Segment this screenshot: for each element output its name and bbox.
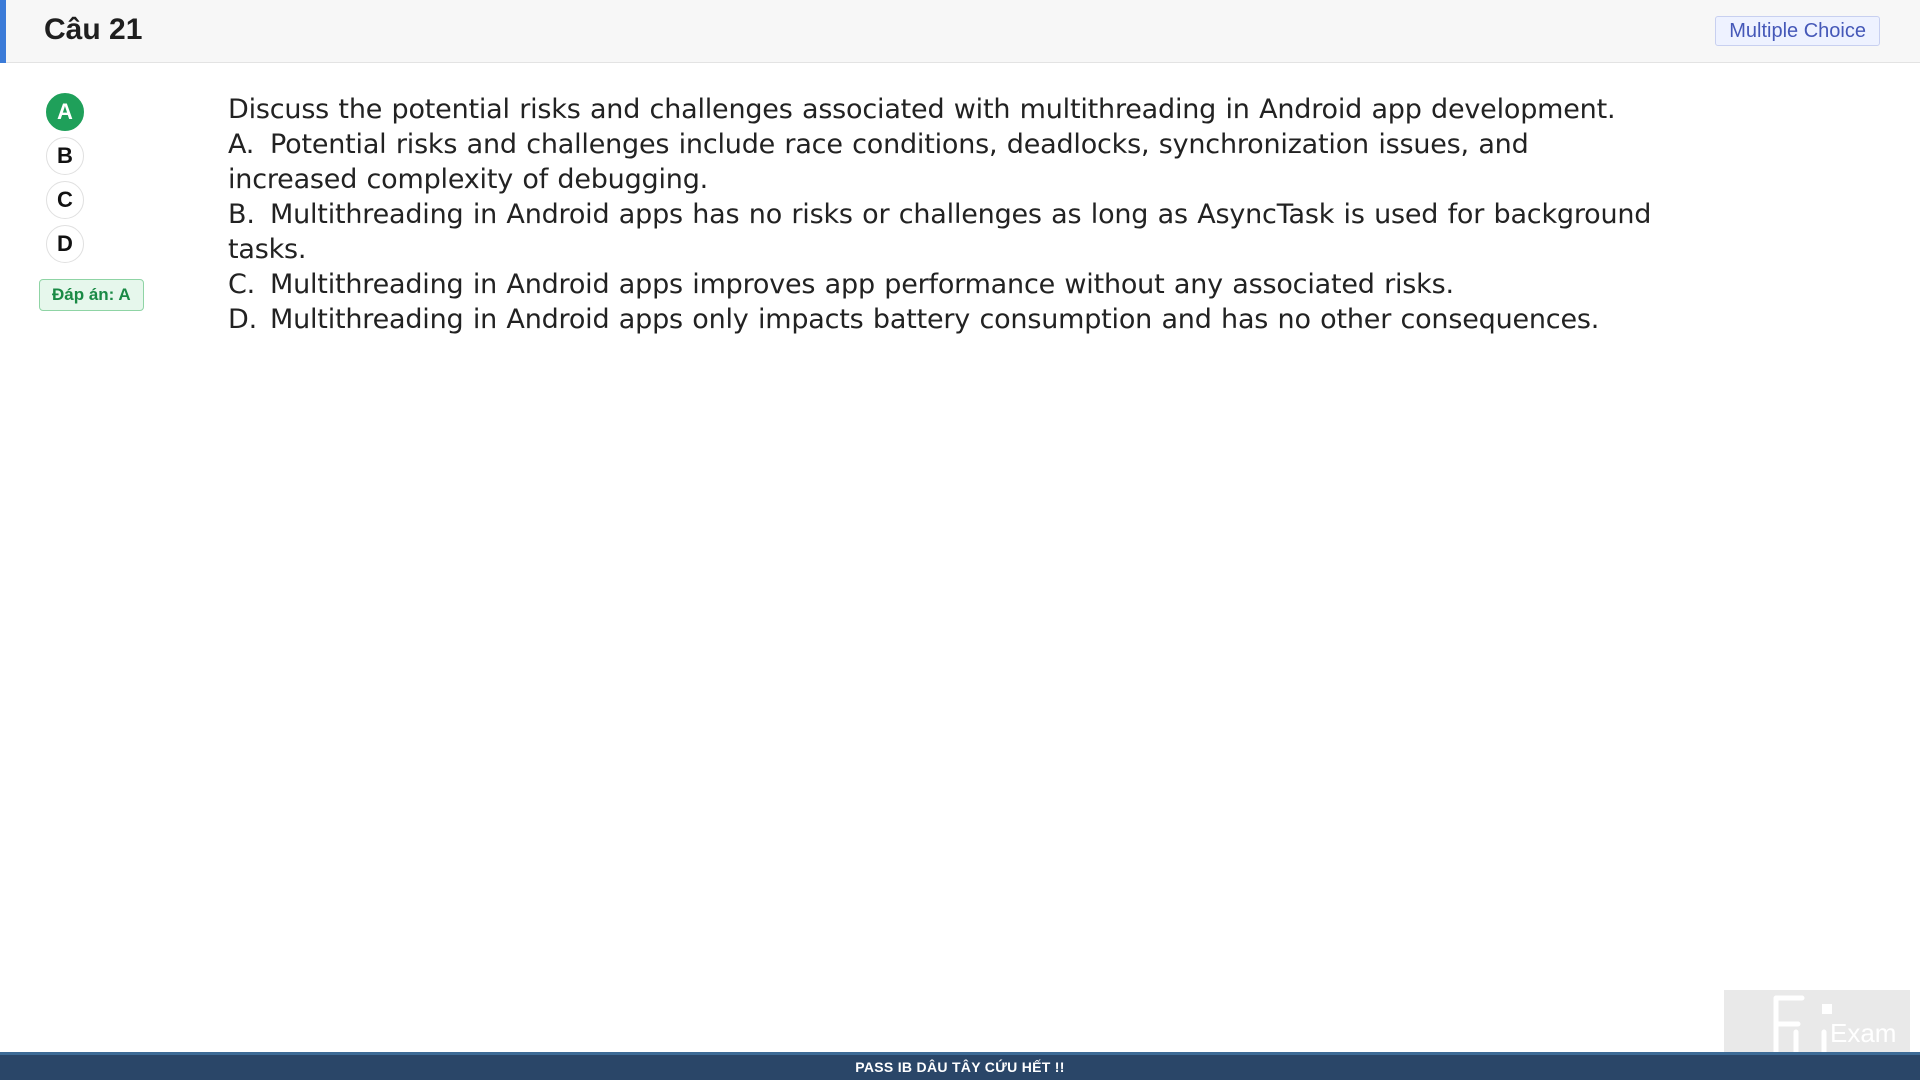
choice-b: B. Multithreading in Android apps has no …: [228, 197, 1708, 267]
option-a-button[interactable]: A: [46, 93, 84, 131]
choice-d: D. Multithreading in Android apps only im…: [228, 302, 1708, 337]
choice-letter: C.: [228, 269, 256, 300]
choice-letter: A.: [228, 129, 255, 160]
choice-text: Multithreading in Android apps only impa…: [270, 304, 1600, 335]
choice-text: Multithreading in Android apps has no ri…: [228, 199, 1652, 265]
question-header: Câu 21 Multiple Choice: [0, 0, 1920, 63]
option-d-button[interactable]: D: [46, 225, 84, 263]
question-stem: Discuss the potential risks and challeng…: [228, 94, 1616, 125]
question-title: Câu 21: [44, 13, 143, 46]
choice-text: Multithreading in Android apps improves …: [270, 269, 1454, 300]
question-content: Discuss the potential risks and challeng…: [228, 92, 1708, 337]
choice-c: C. Multithreading in Android apps improve…: [228, 267, 1708, 302]
quiz-page: Câu 21 Multiple Choice A B C D Đáp án: A…: [0, 0, 1920, 1080]
choice-a: A. Potential risks and challenges include…: [228, 127, 1628, 197]
choice-letter: D.: [228, 304, 257, 335]
question-type-badge: Multiple Choice: [1715, 16, 1880, 46]
header-accent-bar: [0, 0, 6, 63]
option-c-button[interactable]: C: [46, 181, 84, 219]
option-selector: A B C D: [46, 93, 86, 269]
answer-badge: Đáp án: A: [39, 279, 144, 311]
choice-letter: B.: [228, 199, 255, 230]
choice-text: Potential risks and challenges include r…: [228, 129, 1529, 195]
footer-banner: PASS IB DÂU TÂY CỨU HẾT !!: [0, 1052, 1920, 1080]
option-b-button[interactable]: B: [46, 137, 84, 175]
logo-text: Exam: [1830, 1018, 1896, 1048]
